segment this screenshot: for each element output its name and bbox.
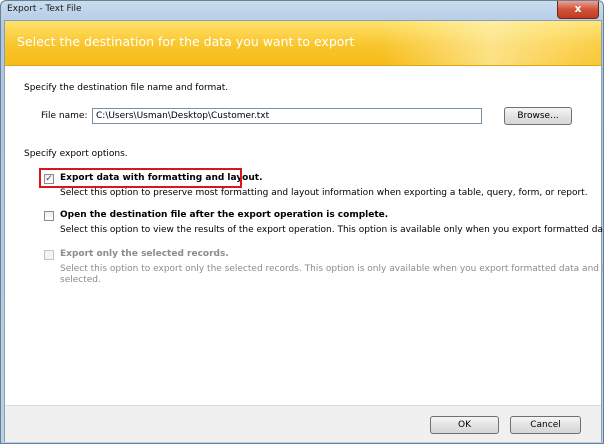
open-destination-checkbox[interactable] bbox=[44, 211, 54, 221]
cancel-button[interactable]: Cancel bbox=[510, 416, 581, 434]
banner-headline: Select the destination for the data you … bbox=[17, 34, 355, 49]
destination-instruction: Specify the destination file name and fo… bbox=[24, 83, 229, 93]
selected-records-checkbox bbox=[44, 250, 54, 260]
selected-records-option-description: Select this option to export only the se… bbox=[60, 264, 604, 274]
file-name-label: File name: bbox=[41, 111, 88, 121]
window-title: Export - Text File bbox=[7, 4, 82, 14]
header-banner: Select the destination for the data you … bbox=[5, 21, 601, 66]
dialog-footer: OK Cancel bbox=[5, 405, 601, 442]
title-bar[interactable]: Export - Text File x bbox=[1, 1, 603, 20]
file-name-input[interactable]: C:\Users\Usman\Desktop\Customer.txt bbox=[92, 108, 482, 124]
selected-records-option-label: Export only the selected records. bbox=[60, 249, 229, 259]
export-dialog: Export - Text File x Select the destinat… bbox=[0, 0, 604, 444]
formatting-option-description: Select this option to preserve most form… bbox=[60, 188, 588, 198]
selected-records-option-description-continued: selected. bbox=[60, 275, 101, 285]
open-destination-option-description: Select this option to view the results o… bbox=[60, 225, 604, 235]
banner-glow bbox=[381, 21, 601, 65]
options-heading: Specify export options. bbox=[24, 149, 128, 159]
dialog-body: Select the destination for the data you … bbox=[4, 20, 604, 442]
highlight-annotation bbox=[39, 168, 242, 188]
open-destination-option-label[interactable]: Open the destination file after the expo… bbox=[60, 210, 388, 220]
ok-button[interactable]: OK bbox=[430, 416, 499, 434]
browse-button[interactable]: Browse... bbox=[504, 107, 572, 125]
close-icon: x bbox=[574, 2, 582, 15]
close-button[interactable]: x bbox=[557, 1, 599, 19]
